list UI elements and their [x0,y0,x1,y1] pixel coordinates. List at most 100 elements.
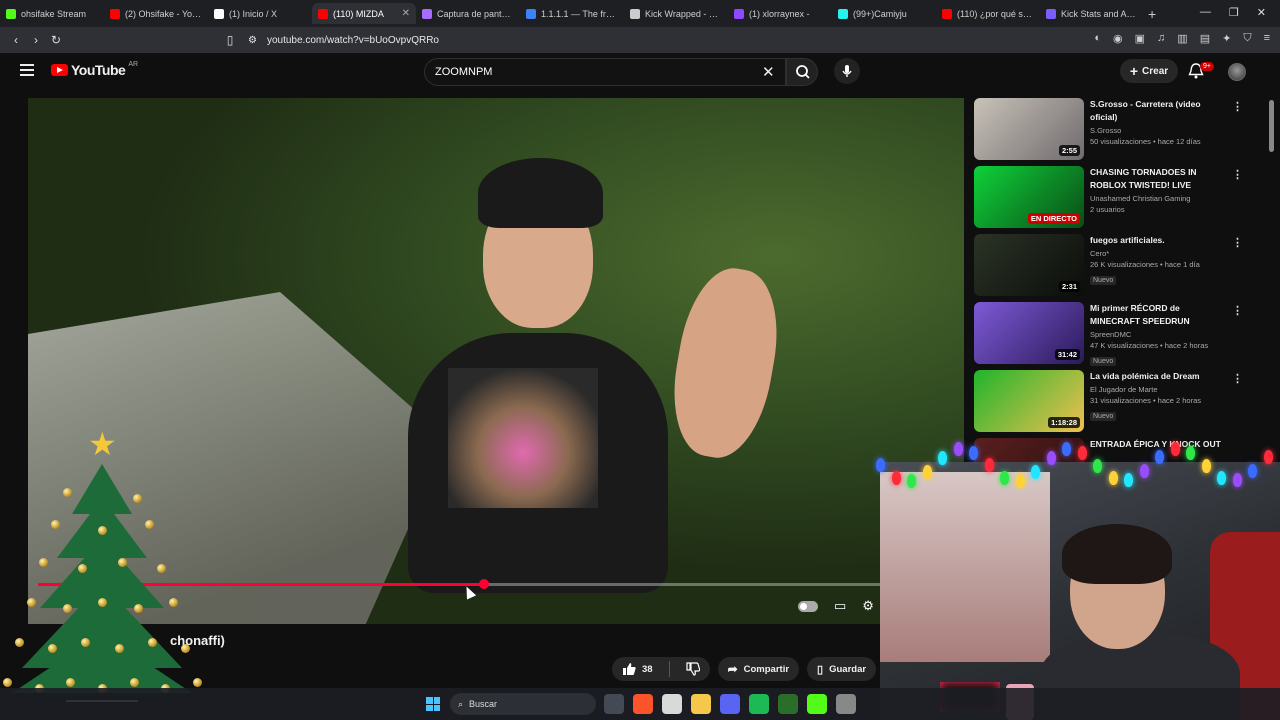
extension-icon[interactable]: ◐ [1094,32,1101,45]
recommended-video[interactable]: 2:55 S.Grosso - Carretera (video oficial)… [972,96,1268,164]
tab-favicon-icon [630,8,640,19]
reload-icon[interactable]: ↻ [46,33,66,47]
forward-icon[interactable]: › [26,33,46,47]
ornament [81,638,91,647]
media-icon[interactable]: ♫ [1157,32,1165,45]
ornament [39,558,48,567]
divider [668,661,670,677]
back-icon[interactable]: ‹ [6,33,26,47]
shield-icon[interactable]: ⛉ [1243,32,1251,45]
save-button[interactable]: ▯ Guardar [807,657,877,681]
search-value: ZOOMNPM [435,66,493,78]
plus-icon: + [1129,63,1139,79]
settings-gear-icon[interactable]: ⚙ [862,598,874,614]
tab-label: ohsifake Stream [21,8,87,19]
channel-name[interactable]: SpreenDMC [1090,330,1230,339]
light-bulb [1124,473,1133,488]
channel-name[interactable]: Cero* [1090,249,1230,258]
hamburger-menu-icon[interactable] [20,64,34,76]
video-thumbnail[interactable]: EN DIRECTO [974,166,1084,228]
browser-tab[interactable]: Kick Stats and Analy [1040,3,1144,24]
video-thumbnail[interactable]: 31:42 [974,302,1084,364]
channel-name[interactable]: S.Grosso [1090,126,1230,135]
taskbar-app-icon[interactable] [836,694,856,714]
search-button[interactable] [786,58,818,86]
taskbar-app-icon[interactable] [691,694,711,714]
tab-label: (1) Inicio / X [229,8,278,19]
subtitles-icon[interactable]: ▭ [834,598,846,614]
recommended-video[interactable]: 1:18:28 La vida polémica de Dream El Jugad… [972,368,1268,436]
browser-tab[interactable]: (1) xlorraynex - [728,3,832,24]
sidebar-icon[interactable]: ▥ [1177,32,1187,45]
scrollbar[interactable] [1269,100,1274,152]
search-input[interactable]: ZOOMNPM [424,58,786,86]
avatar[interactable] [1228,63,1246,81]
url-field[interactable]: ⚙ youtube.com/watch?v=bUoOvpvQRRo [248,31,958,49]
like-button[interactable]: 38 [612,657,663,681]
taskbar-app-icon[interactable] [604,694,624,714]
browser-menu-icon[interactable]: ≡ [1264,32,1270,45]
windows-start-icon[interactable] [426,697,440,711]
more-options-icon[interactable]: ⋮ [1232,100,1243,113]
taskbar-app-icon[interactable] [720,694,740,714]
youtube-logo[interactable]: YouTube AR [51,61,138,78]
new-tab-button[interactable]: + [1148,6,1156,22]
more-options-icon[interactable]: ⋮ [1232,168,1243,181]
like-dislike-group: 38 [612,657,710,681]
browser-tab[interactable]: ohsifake Stream [0,3,104,24]
christmas-tree-overlay: ★ [3,428,202,708]
browser-tab[interactable]: Kick Wrapped - Pro [624,3,728,24]
dislike-button[interactable] [676,657,710,681]
voice-search-button[interactable] [834,58,860,84]
share-button[interactable]: ➦ Compartir [717,657,800,681]
taskbar-app-icon[interactable] [633,694,653,714]
autoplay-toggle[interactable] [798,600,818,612]
taskbar-app-icon[interactable] [778,694,798,714]
site-info-icon[interactable]: ⚙ [248,35,257,46]
maximize-icon[interactable]: ❐ [1229,6,1239,19]
ornament [133,604,143,613]
recommended-video[interactable]: 31:42 Mi primer RÉCORD de MINECRAFT SPEED… [972,300,1268,368]
browser-tab[interactable]: Captura de pantalla [416,3,520,24]
close-window-icon[interactable]: ✕ [1257,6,1266,19]
video-thumbnail[interactable]: 1:18:28 [974,370,1084,432]
browser-tab[interactable]: (110) ¿por qué se h [936,3,1040,24]
taskbar-app-icon[interactable] [749,694,769,714]
channel-name[interactable]: Unashamed Christian Gaming [1090,194,1230,203]
more-options-icon[interactable]: ⋮ [1232,236,1243,249]
taskbar-search-input[interactable]: ⌕ Buscar [450,693,596,715]
browser-tab[interactable]: 1.1.1.1 — The free a [520,3,624,24]
channel-name[interactable]: El Jugador de Marte [1090,385,1230,394]
recommended-video[interactable]: 2:31 fuegos artificiales. Cero* 26 K visual… [972,232,1268,300]
taskbar-app-icon[interactable] [662,694,682,714]
light-bulb [984,458,994,473]
browser-tab[interactable]: (2) Ohsifake - YouTu [104,3,208,24]
create-button[interactable]: + Crear [1120,59,1178,83]
wallet-icon[interactable]: ▤ [1200,32,1210,45]
browser-tab[interactable]: (1) Inicio / X [208,3,312,24]
bookmark-icon[interactable]: ▯ [220,33,240,47]
taskbar-app-icon[interactable] [807,694,827,714]
thumbs-up-icon [623,663,636,675]
video-thumbnail[interactable]: 2:31 [974,234,1084,296]
video-thumbnail[interactable]: 2:55 [974,98,1084,160]
ornament [62,604,72,613]
ai-icon[interactable]: ✦ [1222,32,1231,45]
tab-label: (110) MIZDA [333,8,384,19]
light-bulb [1093,458,1102,473]
light-bulb [1077,445,1087,460]
video-info: La vida polémica de Dream El Jugador de M… [1090,370,1230,423]
recommended-video[interactable]: EN DIRECTO CHASING TORNADOES IN ROBLOX TW… [972,164,1268,232]
minimize-icon[interactable]: — [1200,6,1211,19]
light-bulb [1201,458,1211,473]
light-bulb [1062,442,1071,457]
more-options-icon[interactable]: ⋮ [1232,372,1243,385]
close-tab-icon[interactable]: ✕ [402,8,410,19]
browser-tab[interactable]: (99+)Camiyju [832,3,936,24]
more-options-icon[interactable]: ⋮ [1232,304,1243,317]
extension-icon[interactable]: ◉ [1113,32,1123,45]
extension-icon[interactable]: ▣ [1135,32,1145,45]
clear-search-icon[interactable]: ✕ [762,63,775,81]
browser-tab[interactable]: (110) MIZDA ✕ [312,3,416,24]
ornament [27,598,36,607]
